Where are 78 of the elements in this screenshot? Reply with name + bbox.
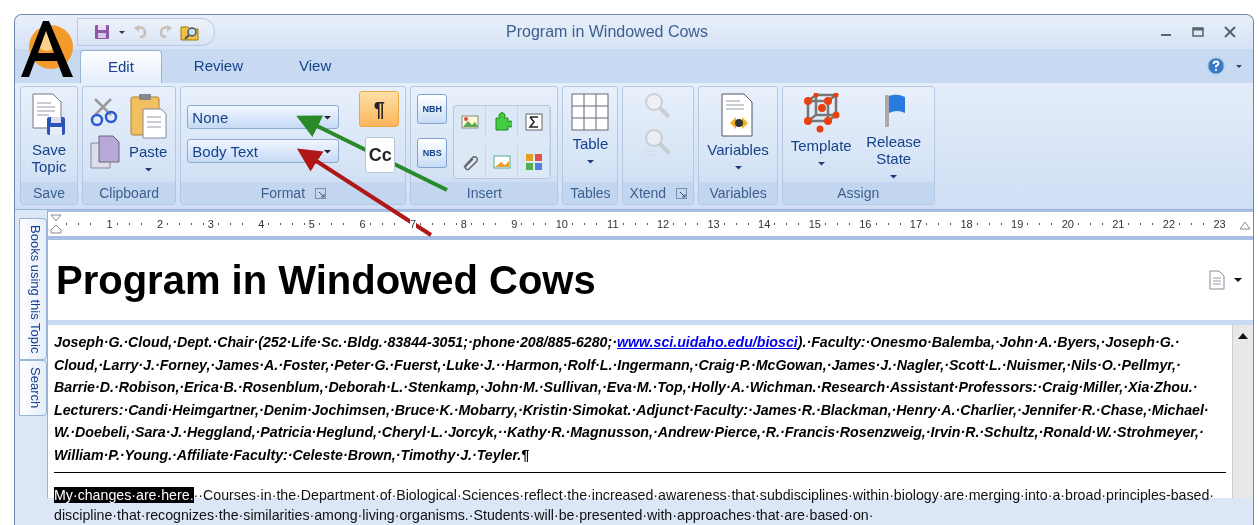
ruler-number: 7	[410, 218, 417, 230]
ruler-number: 21	[1112, 218, 1125, 230]
ruler-number: 19	[1011, 218, 1024, 230]
toggle-button[interactable]: ¶	[359, 91, 400, 127]
ruler-number: 6	[359, 218, 366, 230]
colored-squares-icon[interactable]	[523, 152, 544, 172]
style-dropdown[interactable]: Body Text	[187, 139, 340, 163]
clipboard-icon	[129, 93, 168, 139]
group-label: Xtend	[629, 185, 667, 201]
group-label: Assign	[837, 185, 880, 201]
folder-magnifier-icon[interactable]	[180, 23, 200, 41]
caret-icon	[323, 147, 333, 155]
ruler-number: 2	[157, 218, 164, 230]
ruler-number: 16	[859, 218, 872, 230]
caret-icon[interactable]	[585, 158, 595, 165]
ribbon-button[interactable]: Template	[788, 91, 854, 169]
ribbon-button[interactable]: Paste	[127, 91, 170, 175]
caret-icon[interactable]	[733, 164, 743, 171]
group-label: Tables	[570, 185, 611, 201]
indent-marker-icon[interactable]	[50, 214, 62, 234]
ruler-number: 5	[308, 218, 315, 230]
group-label: Insert	[466, 185, 502, 201]
dialog-launcher-icon[interactable]	[315, 187, 327, 199]
ribbon-button[interactable]: Save Topic	[27, 91, 71, 177]
faculty-paragraph: Joseph·G.·Cloud,·Dept.·Chair·(252·Life·Sc.·Bldg.·83844-3051;·phone·208/885-6280;·www.sci.uidaho.edu/biosci).·Faculty:·Onesmo·Balemba,·John·A.·Byers,·Joseph·G.·Cloud,·Larry·J.·Forney,·James·A.·Foster,·Peter·G.·Fuerst,·Luke·J.··Harmon,·Rolf·L.·Ingermann,·Craig·P.·McGowan,·James·J.·Nagler,·Scott·L.·Nuismer,·Nils·O.·Pellmyr,·Barrie·D.·Robison,·Erica·B.·Rosenblum,·Deborah·L.·Stenkamp,·John·M.·Sullivan,·Eva·M.·Top,·Holly·A.·Wichman.·Research·Assistant·Professors:·Craig·Miller,·Xia·Zhou.·Lecturers:·Candi·Heimgartner,·Denim·Jochimsen,·Bruce·K.·Mobarry,·Kristin·Simokat.·Adjunct·Faculty:·James·R.·Blackman,·Henry·A.·Charlier,·Jennifer·R.·Chase,·Michael·W.·Doebeli,·Sara·J.·Heggland,·Patricia·Heglund,·Cheryl·L.·Jorcyk,··Kathy·R.·Magnusson,·Andrew·Pierce,·R.·Francis·Rosenzweig,·Irvin·R.·Schultz,·Ronald·W.·Strohmeyer,·William·P.·Young.·Affiliate·Faculty:·Celeste·Brown,·Timothy·J.·Teyler.¶	[54, 333, 1210, 465]
ribbon-button[interactable]: Table	[569, 91, 612, 167]
style-dropdown[interactable]: None	[187, 105, 340, 129]
ribbon-tab[interactable]: View	[275, 50, 356, 83]
ruler-number: 9	[511, 218, 518, 230]
topic-heading: Program in Windowed Cows	[56, 257, 597, 303]
caret-icon[interactable]	[143, 166, 153, 173]
window-title: Program in Windowed Cows	[505, 23, 709, 41]
caret-icon[interactable]	[1235, 62, 1243, 70]
ruler-number: 15	[808, 218, 821, 230]
body-paragraph: My·changes·are·here.··Courses·in·the·Department·of·Biological·Sciences·reflect·the·increased·awareness·that·subdisciplines·within·biology·are·merging·into·a·broad·principles-based·discipline·that·recognizes·the·similarities·among·living·organisms.·Students·will·be·presented·with·approaches·that·are·based·on·	[54, 486, 1216, 525]
vertical-scrollbar[interactable]	[1232, 325, 1253, 498]
website-link[interactable]: www.sci.uidaho.edu/biosci	[616, 334, 798, 350]
ruler-number: 3	[207, 218, 214, 230]
caret-icon[interactable]	[816, 160, 826, 167]
copy-icon[interactable]	[89, 135, 121, 169]
ruler-number: 13	[707, 218, 720, 230]
close-icon[interactable]	[1223, 25, 1237, 39]
ruler-number: 22	[1162, 218, 1176, 230]
ruler-number: 12	[656, 218, 670, 230]
ribbon-button[interactable]: Variables	[705, 91, 771, 173]
group-label: Save	[33, 185, 65, 201]
ribbon-button[interactable]: NBH	[417, 94, 448, 124]
caret-icon	[323, 113, 333, 121]
maximize-icon[interactable]	[1191, 25, 1205, 39]
ruler-number: 10	[555, 218, 568, 230]
ruler-number: 17	[909, 218, 923, 230]
ruler-number: 11	[607, 218, 619, 230]
ribbon-tab[interactable]: Edit	[80, 50, 162, 83]
ruler-number: 8	[460, 218, 467, 230]
group-label: Format	[260, 185, 306, 201]
ruler-number: 4	[258, 218, 265, 230]
ribbon-button[interactable]: Release State	[859, 91, 928, 182]
scroll-up-icon[interactable]	[1236, 331, 1250, 341]
group-label: Variables	[709, 185, 767, 201]
caret-icon[interactable]	[889, 173, 899, 180]
picture-icon[interactable]	[459, 112, 480, 132]
side-tab[interactable]: Books using this Topic	[19, 218, 47, 361]
ribbon-tab[interactable]: Review	[169, 50, 268, 83]
ruler-number: 20	[1061, 218, 1074, 230]
toggle-button[interactable]: Cc	[365, 137, 396, 173]
side-tab[interactable]: Search	[19, 360, 47, 416]
caret-icon[interactable]	[1233, 276, 1243, 284]
table-grid-icon	[571, 93, 610, 131]
ruler[interactable]: 1 2 3 4 5 6 7 8 9 10 11 12 13 14 15 16 17 18 19 20 21 22 23	[48, 210, 1253, 240]
ruler-number: 23	[1213, 218, 1226, 230]
ribbon-button[interactable]: NBS	[417, 138, 448, 168]
save-document-icon	[31, 93, 67, 137]
group-label: Clipboard	[99, 185, 160, 201]
help-icon[interactable]	[1207, 57, 1225, 75]
ruler-number: 1	[106, 218, 113, 230]
ruler-number: 18	[960, 218, 973, 230]
ruler-number: 14	[758, 218, 771, 230]
sigma-icon[interactable]	[523, 112, 544, 132]
